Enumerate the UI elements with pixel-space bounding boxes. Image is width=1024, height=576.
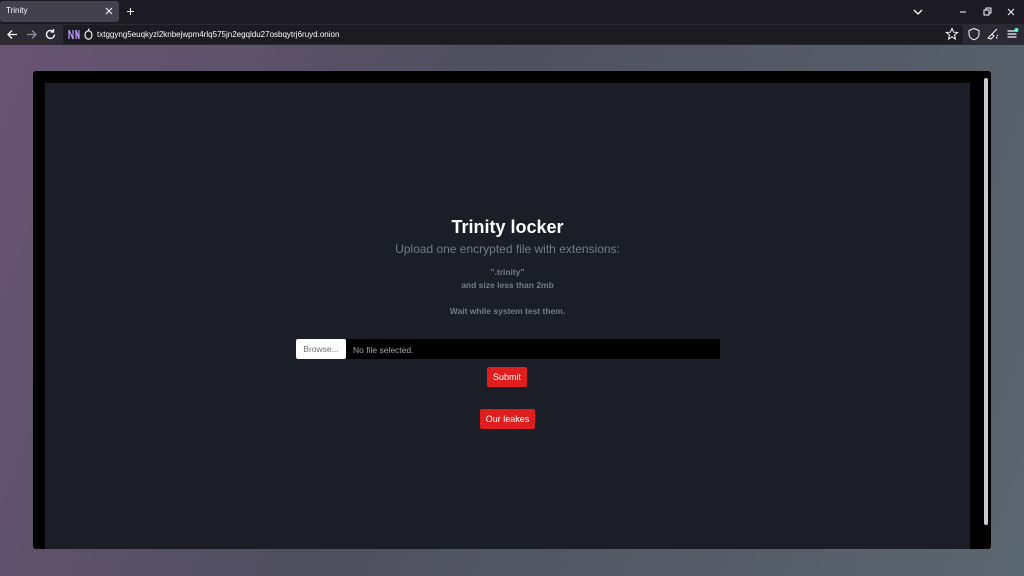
tab-close-icon[interactable] [103, 5, 115, 17]
back-icon[interactable] [5, 27, 20, 42]
file-upload-input[interactable]: Browse... No file selected. [296, 339, 720, 359]
upload-instructions: Upload one encrypted file with extension… [395, 242, 620, 256]
browser-tab[interactable]: Trinity [0, 1, 119, 22]
minimize-icon[interactable] [955, 4, 971, 20]
tab-title: Trinity [6, 6, 28, 15]
tab-bar: Trinity + [0, 0, 1024, 24]
navigation-bar: txtggyng5euqkyzl2knbejwpm4rlq575jn2egqld… [0, 24, 1024, 45]
submit-button[interactable]: Submit [487, 367, 527, 387]
restore-icon[interactable] [979, 4, 995, 20]
close-window-icon[interactable] [1003, 4, 1019, 20]
url-text: txtggyng5euqkyzl2knbejwpm4rlq575jn2egqld… [97, 30, 340, 39]
forward-icon[interactable] [24, 27, 39, 42]
reload-icon[interactable] [43, 27, 58, 42]
new-tab-button[interactable]: + [123, 4, 138, 19]
browse-button[interactable]: Browse... [296, 339, 346, 359]
wait-note: Wait while system test them. [449, 306, 566, 316]
bookmark-star-icon[interactable] [945, 27, 959, 41]
page-title: Trinity locker [451, 217, 564, 237]
shield-icon[interactable] [967, 27, 981, 41]
app-menu-icon[interactable] [1005, 27, 1019, 41]
onion-circuit-icon[interactable] [67, 28, 81, 41]
file-status: No file selected. [353, 345, 414, 355]
content-frame: Trinity locker Upload one encrypted file… [33, 71, 991, 549]
page-content: Trinity locker Upload one encrypted file… [45, 83, 970, 549]
onion-lock-icon[interactable] [84, 28, 93, 40]
size-limit-note: and size less than 2mb [461, 280, 554, 290]
scrollbar[interactable] [984, 78, 988, 525]
page-viewport: Trinity locker Upload one encrypted file… [0, 45, 1024, 576]
new-identity-broom-icon[interactable] [986, 27, 1000, 41]
chevron-down-icon[interactable] [911, 5, 925, 19]
file-extension: ".trinity" [490, 267, 525, 277]
our-leakes-button[interactable]: Our leakes [480, 409, 535, 429]
address-bar[interactable]: txtggyng5euqkyzl2knbejwpm4rlq575jn2egqld… [63, 25, 963, 44]
